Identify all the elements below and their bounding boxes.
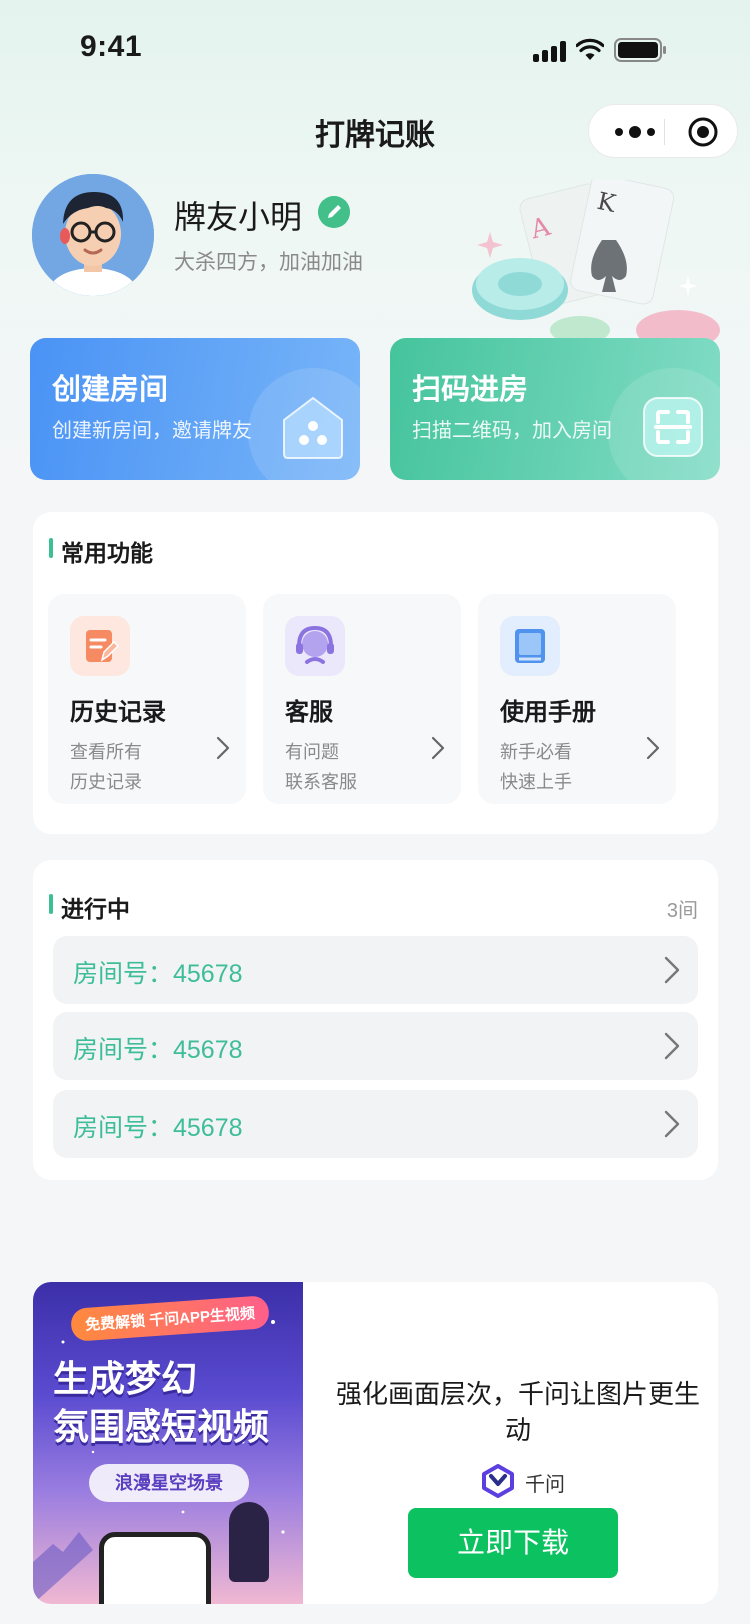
feature-manual-desc-line2: 快速上手	[500, 772, 572, 792]
common-functions-title: 常用功能	[49, 534, 153, 568]
more-options-icon[interactable]	[607, 118, 663, 146]
scan-room-card[interactable]: 扫码进房 扫描二维码，加入房间	[390, 338, 720, 480]
ad-person-illustration	[229, 1502, 269, 1582]
nickname: 牌友小明	[174, 199, 303, 235]
feature-manual-name: 使用手册	[500, 699, 596, 726]
feature-history-desc-line2: 历史记录	[70, 772, 142, 792]
scan-icon	[643, 397, 703, 457]
room-number: 房间号：45678	[73, 1036, 243, 1064]
scan-room-title: 扫码进房	[412, 374, 529, 406]
feature-customer-service-desc-line1: 有问题	[285, 742, 339, 762]
qianwen-logo-icon	[482, 1464, 514, 1498]
room-row[interactable]: 房间号：45678	[53, 1090, 698, 1158]
active-rooms-count: 3间	[666, 900, 698, 922]
ad-text: 强化画面层次，千问让图片更生动	[335, 1379, 700, 1445]
chevron-right-icon	[431, 736, 445, 760]
create-room-desc: 创建新房间，邀请牌友	[52, 420, 252, 442]
room-number: 房间号：45678	[73, 1114, 243, 1142]
chevron-right-icon	[664, 1032, 680, 1060]
chevron-right-icon	[646, 736, 660, 760]
status-time: 9:41	[80, 30, 143, 63]
feature-manual-desc-line1: 新手必看	[500, 742, 572, 762]
history-icon	[70, 616, 130, 676]
create-room-title: 创建房间	[52, 374, 169, 406]
active-rooms-title: 进行中	[49, 890, 130, 924]
chevron-right-icon	[664, 956, 680, 984]
create-room-card[interactable]: 创建房间 创建新房间，邀请牌友	[30, 338, 360, 480]
avatar[interactable]	[32, 174, 154, 296]
common-functions-panel: 常用功能 历史记录 查看所有 历史记录 客服 有问题 联系客服 使用手册 新手必…	[33, 512, 718, 834]
ad-phone-illustration	[99, 1532, 211, 1604]
feature-history-name: 历史记录	[70, 699, 166, 726]
mini-program-capsule	[588, 104, 738, 158]
close-miniprogram-icon[interactable]	[687, 116, 719, 148]
room-row[interactable]: 房间号：45678	[53, 1012, 698, 1080]
poker-decoration-icon: A K	[472, 180, 720, 350]
cellular-signal-icon	[533, 40, 567, 62]
ad-banner[interactable]: 免费解锁 千问APP生视频 生成梦幻 氛围感短视频 浪漫星空场景 强化画面层次，…	[33, 1282, 718, 1604]
feature-manual[interactable]: 使用手册 新手必看 快速上手	[478, 594, 676, 804]
ad-brand-name: 千问	[525, 1474, 565, 1496]
download-button[interactable]: 立即下载	[408, 1508, 618, 1578]
edit-profile-icon[interactable]	[318, 196, 350, 228]
battery-icon	[614, 38, 666, 62]
ad-image-headline-line1: 生成梦幻	[53, 1358, 198, 1399]
ad-image[interactable]: 免费解锁 千问APP生视频 生成梦幻 氛围感短视频 浪漫星空场景	[33, 1282, 303, 1604]
feature-customer-service-desc-line2: 联系客服	[285, 772, 357, 792]
ad-image-headline-line2: 氛围感短视频	[53, 1406, 270, 1447]
ad-image-chip: 浪漫星空场景	[89, 1464, 249, 1502]
customer-service-icon	[285, 616, 345, 676]
feature-customer-service-name: 客服	[285, 699, 333, 726]
home-icon	[283, 396, 343, 459]
manual-icon	[500, 616, 560, 676]
status-bar: 9:41	[0, 0, 750, 100]
room-row[interactable]: 房间号：45678	[53, 936, 698, 1004]
capsule-divider	[664, 119, 665, 145]
feature-history-desc-line1: 查看所有	[70, 742, 142, 762]
profile-signature: 大杀四方，加油加油	[174, 251, 363, 274]
room-number: 房间号：45678	[73, 960, 243, 988]
feature-history[interactable]: 历史记录 查看所有 历史记录	[48, 594, 246, 804]
scan-room-desc: 扫描二维码，加入房间	[412, 420, 612, 442]
active-rooms-panel: 进行中 3间 房间号：45678 房间号：45678 房间号：45678	[33, 860, 718, 1180]
chevron-right-icon	[216, 736, 230, 760]
wifi-icon	[576, 38, 604, 60]
chevron-right-icon	[664, 1110, 680, 1138]
avatar-illustration-icon	[32, 174, 154, 296]
feature-customer-service[interactable]: 客服 有问题 联系客服	[263, 594, 461, 804]
